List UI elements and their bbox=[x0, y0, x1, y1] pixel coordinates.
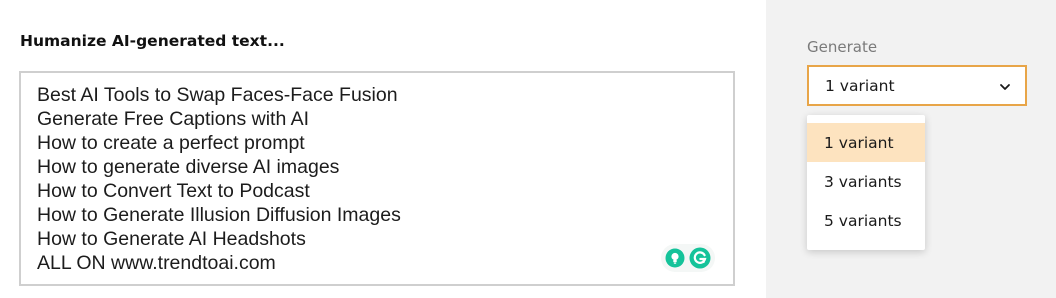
text-line: Best AI Tools to Swap Faces-Face Fusion bbox=[37, 84, 398, 106]
settings-panel: Generate 1 variant 1 variant 3 variants … bbox=[766, 0, 1056, 298]
text-line: How to Convert Text to Podcast bbox=[37, 180, 310, 202]
variant-select[interactable]: 1 variant bbox=[807, 65, 1027, 106]
select-value: 1 variant bbox=[825, 76, 895, 95]
option-5-variants[interactable]: 5 variants bbox=[807, 201, 925, 240]
text-line: How to Generate Illusion Diffusion Image… bbox=[37, 204, 401, 226]
input-panel: Humanize AI-generated text... Best AI To… bbox=[0, 0, 766, 298]
text-line: How to generate diverse AI images bbox=[37, 156, 340, 178]
option-1-variant[interactable]: 1 variant bbox=[807, 123, 925, 162]
text-content: Best AI Tools to Swap Faces-Face Fusion … bbox=[37, 83, 401, 275]
chevron-down-icon bbox=[999, 76, 1011, 95]
text-input-area[interactable]: Best AI Tools to Swap Faces-Face Fusion … bbox=[19, 71, 735, 286]
option-3-variants[interactable]: 3 variants bbox=[807, 162, 925, 201]
text-line: Generate Free Captions with AI bbox=[37, 108, 310, 130]
lightbulb-icon[interactable] bbox=[665, 248, 685, 268]
variant-dropdown-menu: 1 variant 3 variants 5 variants bbox=[807, 115, 925, 250]
text-line: How to create a perfect prompt bbox=[37, 132, 305, 154]
input-heading: Humanize AI-generated text... bbox=[20, 32, 285, 50]
grammarly-icon[interactable] bbox=[689, 247, 711, 269]
text-line: How to Generate AI Headshots bbox=[37, 228, 306, 250]
grammarly-widget[interactable] bbox=[661, 244, 715, 272]
text-line: ALL ON www.trendtoai.com bbox=[37, 252, 276, 274]
generate-label: Generate bbox=[807, 38, 878, 56]
